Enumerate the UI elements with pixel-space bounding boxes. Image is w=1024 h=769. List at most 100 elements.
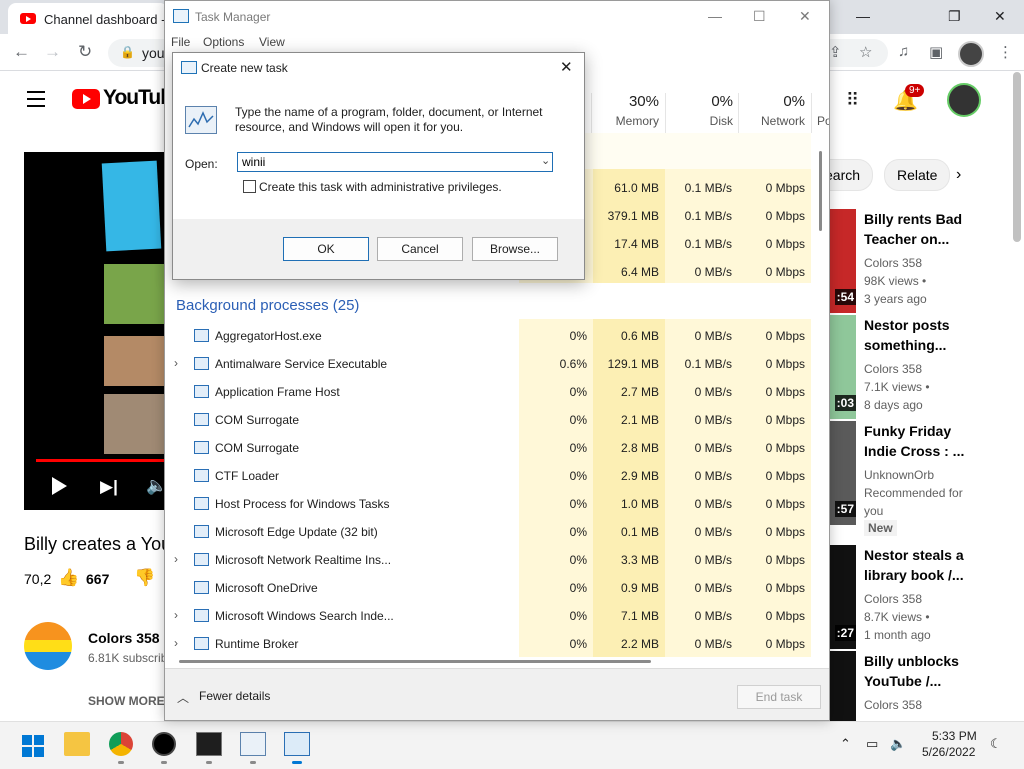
background-process-row[interactable]: Application Frame Host 0% 2.7 MB 0 MB/s 0 Mb… <box>165 378 819 406</box>
chips-next-chevron-icon[interactable]: › <box>956 166 961 184</box>
related-video-thumbnail[interactable]: :57 <box>828 421 856 525</box>
expand-chevron-icon[interactable]: › <box>174 608 178 622</box>
process-memory-cell: 129.1 MB <box>607 357 659 371</box>
back-arrow-icon[interactable]: ← <box>13 42 30 62</box>
filter-chip-related[interactable]: Relate <box>884 159 951 191</box>
process-name: AggregatorHost.exe <box>215 329 322 343</box>
background-process-row[interactable]: Microsoft OneDrive 0% 0.9 MB 0 MB/s 0 Mbps <box>165 574 819 602</box>
related-video-title[interactable]: Nestor steals a library book /... <box>864 545 1014 585</box>
end-task-button[interactable]: End task <box>737 685 821 709</box>
related-video-thumbnail[interactable] <box>828 651 856 721</box>
youtube-logo-icon[interactable] <box>72 89 100 109</box>
memory-column-header[interactable]: Memory <box>587 114 659 128</box>
background-process-row[interactable]: AggregatorHost.exe 0% 0.6 MB 0 MB/s 0 Mbps <box>165 322 819 350</box>
chevron-down-icon[interactable]: ⌄ <box>541 154 550 167</box>
cancel-button[interactable]: Cancel <box>377 237 463 261</box>
task-manager-maximize-button[interactable]: ☐ <box>753 8 766 25</box>
network-column-value[interactable]: 0% <box>733 93 805 110</box>
related-video-title[interactable]: Funky Friday Indie Cross : ... <box>864 421 1014 461</box>
clock-time[interactable]: 5:33 PM <box>932 729 977 743</box>
apps-grid-icon[interactable]: ⠿ <box>846 90 859 111</box>
horizontal-scrollbar[interactable] <box>179 660 651 663</box>
video-player[interactable] <box>24 152 184 510</box>
menu-options[interactable]: Options <box>203 35 244 49</box>
hamburger-menu-icon[interactable] <box>27 91 45 112</box>
task-manager-taskbar-icon[interactable] <box>240 732 266 756</box>
run-dialog-close-icon[interactable]: ✕ <box>560 58 573 76</box>
browser-tab[interactable]: Channel dashboard - Y <box>8 3 177 34</box>
admin-privileges-checkbox[interactable] <box>243 180 256 193</box>
background-process-row[interactable]: › Antimalware Service Executable 0.6% 129.1… <box>165 350 819 378</box>
file-explorer-icon[interactable] <box>64 732 90 756</box>
like-thumb-icon[interactable]: 👍 <box>58 568 79 588</box>
tray-chevron-up-icon[interactable]: ⌃ <box>840 736 851 752</box>
focus-assist-moon-icon[interactable]: ☾ <box>990 736 1002 752</box>
channel-name[interactable]: Colors 358 <box>88 630 160 646</box>
browse-button[interactable]: Browse... <box>472 237 558 261</box>
screen-recorder-icon[interactable] <box>152 732 176 756</box>
side-panel-icon[interactable]: ▣ <box>929 43 943 61</box>
dislike-thumb-icon[interactable]: 👎 <box>134 568 155 588</box>
terminal-icon[interactable] <box>196 732 222 756</box>
task-manager-close-button[interactable]: ✕ <box>799 8 811 25</box>
open-input[interactable] <box>237 152 553 172</box>
reload-icon[interactable]: ↻ <box>78 42 92 62</box>
menu-file[interactable]: File <box>171 35 190 49</box>
related-video-thumbnail[interactable]: :27 <box>828 545 856 649</box>
volume-tray-icon[interactable]: 🔈 <box>890 736 906 752</box>
next-video-icon[interactable]: ▶| <box>100 477 118 497</box>
background-process-row[interactable]: › Runtime Broker 0% 2.2 MB 0 MB/s 0 Mbps <box>165 630 819 657</box>
browser-close-button[interactable]: ✕ <box>994 8 1006 25</box>
youtube-account-avatar[interactable] <box>947 83 981 117</box>
menu-view[interactable]: View <box>259 35 285 49</box>
ok-button[interactable]: OK <box>283 237 369 261</box>
network-column-header[interactable]: Network <box>733 114 805 128</box>
vertical-scrollbar[interactable] <box>819 151 822 231</box>
browser-profile-avatar[interactable] <box>958 41 984 67</box>
expand-chevron-icon[interactable]: › <box>174 552 178 566</box>
chrome-taskbar-icon[interactable] <box>109 732 133 756</box>
process-icon <box>194 525 209 538</box>
background-process-row[interactable]: COM Surrogate 0% 2.8 MB 0 MB/s 0 Mbps <box>165 434 819 462</box>
disk-column-value[interactable]: 0% <box>661 93 733 110</box>
related-video-thumbnail[interactable]: :03 <box>828 315 856 419</box>
memory-column-value[interactable]: 30% <box>587 93 659 110</box>
disk-column-header[interactable]: Disk <box>661 114 733 128</box>
play-icon[interactable] <box>52 477 67 495</box>
background-process-row[interactable]: › Microsoft Windows Search Inde... 0% 7.1 M… <box>165 602 819 630</box>
windows-start-icon[interactable] <box>22 735 44 757</box>
related-video-thumbnail[interactable]: :54 <box>828 209 856 313</box>
forward-arrow-icon[interactable]: → <box>44 42 61 62</box>
expand-chevron-icon[interactable]: › <box>174 356 178 370</box>
related-video-title[interactable]: Billy rents Bad Teacher on... <box>864 209 1014 249</box>
share-icon[interactable]: ⇪ <box>829 43 842 61</box>
related-video-meta: Colors 358 7.1K views • 8 days ago <box>864 362 930 412</box>
bookmark-star-icon[interactable]: ☆ <box>859 43 872 61</box>
background-process-row[interactable]: CTF Loader 0% 2.9 MB 0 MB/s 0 Mbps <box>165 462 819 490</box>
page-scrollbar[interactable] <box>1013 72 1021 242</box>
browser-maximize-button[interactable]: ❐ <box>948 8 961 25</box>
like-count[interactable]: 667 <box>86 571 109 587</box>
browser-minimize-button[interactable]: — <box>856 8 870 24</box>
background-process-row[interactable]: Microsoft Edge Update (32 bit) 0% 0.1 MB 0 … <box>165 518 819 546</box>
expand-chevron-icon[interactable]: › <box>174 636 178 650</box>
background-process-row[interactable]: COM Surrogate 0% 2.1 MB 0 MB/s 0 Mbps <box>165 406 819 434</box>
chevron-up-icon[interactable]: ︿ <box>177 689 189 706</box>
channel-avatar[interactable] <box>24 622 72 670</box>
background-process-row[interactable]: Host Process for Windows Tasks 0% 1.0 MB 0 … <box>165 490 819 518</box>
related-video-title[interactable]: Nestor posts something... <box>864 315 1014 355</box>
browser-menu-icon[interactable]: ⋮ <box>998 43 1013 61</box>
background-process-row[interactable]: › Microsoft Network Realtime Ins... 0% 3.3 … <box>165 546 819 574</box>
background-processes-header[interactable]: Background processes (25) <box>176 297 359 314</box>
power-column-header[interactable]: Po <box>817 114 829 128</box>
video-progress-bar[interactable] <box>36 459 164 462</box>
media-control-icon[interactable]: ♫ <box>898 43 909 60</box>
related-video-title[interactable]: Billy unblocks YouTube /... <box>864 651 1014 691</box>
show-more-button[interactable]: SHOW MORE <box>88 694 165 708</box>
run-dialog-taskbar-icon[interactable] <box>284 732 310 756</box>
clock-date[interactable]: 5/26/2022 <box>922 745 975 759</box>
task-manager-minimize-button[interactable]: — <box>708 8 722 24</box>
admin-privileges-label[interactable]: Create this task with administrative pri… <box>259 180 502 194</box>
network-icon[interactable]: ▭ <box>866 736 878 752</box>
fewer-details-button[interactable]: Fewer details <box>199 689 270 703</box>
